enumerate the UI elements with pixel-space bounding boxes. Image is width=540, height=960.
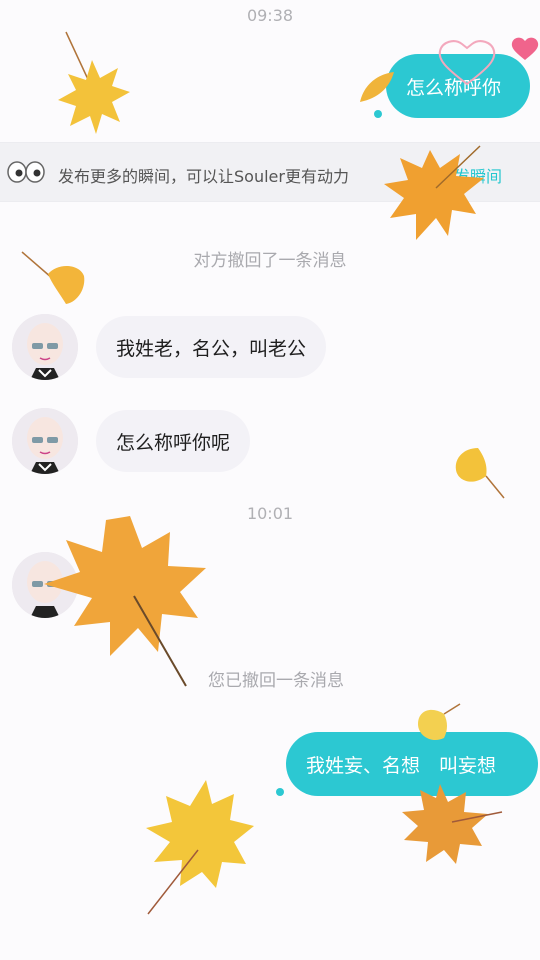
message-text: 我姓妄、名想 叫妄想 xyxy=(306,754,497,777)
avatar[interactable] xyxy=(12,314,78,380)
heart-outline-icon xyxy=(438,40,496,86)
notice-text: 发布更多的瞬间，可以让Souler更有动力 xyxy=(58,167,349,186)
message-text: 怎么称呼你呢 xyxy=(116,431,231,454)
timestamp-top: 09:38 xyxy=(246,6,294,25)
ginkgo-leaf-icon xyxy=(418,703,461,741)
ginkgo-leaf-icon xyxy=(21,251,85,304)
read-indicator-dot xyxy=(276,788,284,796)
maple-leaf-icon xyxy=(44,516,206,687)
incoming-message-bubble[interactable]: 怎么称呼你呢 xyxy=(96,410,251,472)
eyes-icon xyxy=(7,161,45,183)
maple-leaf-icon xyxy=(146,780,254,915)
avatar-face-icon xyxy=(12,314,78,380)
heart-icon xyxy=(511,37,539,60)
read-indicator-dot xyxy=(374,110,382,118)
incoming-message-bubble[interactable]: 我姓老，名公，叫老公 xyxy=(96,316,327,378)
maple-leaf-icon xyxy=(402,784,503,864)
leaf-icon xyxy=(360,72,394,102)
avatar-face-icon xyxy=(12,408,78,474)
maple-leaf-icon xyxy=(384,145,484,240)
ginkgo-leaf-icon xyxy=(455,448,505,499)
maple-leaf-icon xyxy=(58,31,130,134)
message-text: 我姓老，名公，叫老公 xyxy=(116,337,307,360)
avatar[interactable] xyxy=(12,408,78,474)
